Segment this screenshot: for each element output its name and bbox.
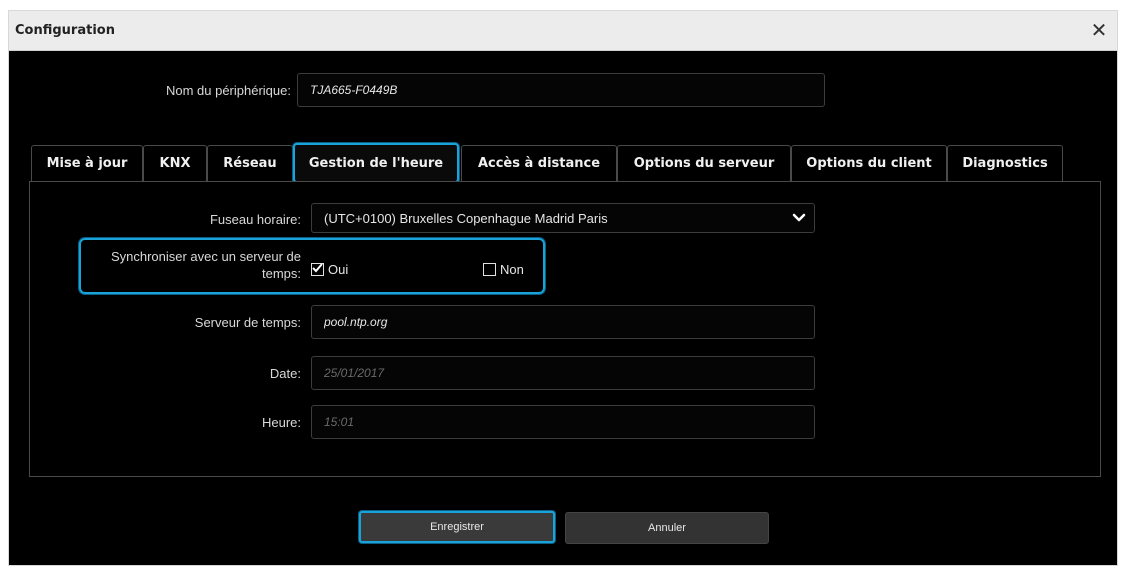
tab-label: Gestion de l'heure bbox=[308, 155, 444, 171]
tab-acces-a-distance[interactable]: Accès à distance bbox=[461, 145, 617, 181]
chevron-down-icon bbox=[792, 213, 806, 222]
sync-no-label: Non bbox=[500, 262, 524, 277]
cancel-button-label: Annuler bbox=[648, 522, 686, 534]
checkbox-checked-icon[interactable] bbox=[311, 263, 324, 276]
checkbox-unchecked-icon[interactable] bbox=[483, 263, 496, 276]
time-label: Heure: bbox=[261, 415, 301, 430]
time-server-label: Serveur de temps: bbox=[194, 315, 301, 330]
title-bar: Configuration ✕ bbox=[9, 11, 1117, 51]
tab-options-du-serveur[interactable]: Options du serveur bbox=[617, 145, 791, 181]
tab-knx[interactable]: KNX bbox=[143, 145, 207, 181]
tab-label: Accès à distance bbox=[477, 156, 601, 171]
tab-reseau[interactable]: Réseau bbox=[207, 145, 293, 181]
configuration-dialog: Configuration ✕ Nom du périphérique: Mis… bbox=[8, 10, 1118, 566]
time-server-field[interactable] bbox=[311, 305, 815, 339]
device-name-label: Nom du périphérique: bbox=[165, 83, 291, 98]
time-input bbox=[324, 415, 814, 429]
timezone-select[interactable]: (UTC+0100) Bruxelles Copenhague Madrid P… bbox=[311, 203, 815, 233]
tab-label: Mise à jour bbox=[46, 156, 128, 171]
save-button[interactable]: Enregistrer bbox=[359, 511, 555, 543]
device-name-field[interactable] bbox=[297, 73, 825, 107]
tab-label: KNX bbox=[159, 156, 191, 171]
cancel-button[interactable]: Annuler bbox=[565, 512, 769, 544]
date-field bbox=[311, 356, 815, 390]
dialog-title: Configuration bbox=[15, 23, 115, 38]
tab-label: Diagnostics bbox=[962, 156, 1048, 171]
tab-mise-a-jour[interactable]: Mise à jour bbox=[31, 145, 143, 181]
save-button-label: Enregistrer bbox=[430, 521, 484, 533]
date-label: Date: bbox=[269, 366, 301, 381]
sync-no-option[interactable]: Non bbox=[483, 262, 524, 277]
sync-yes-label: Oui bbox=[328, 262, 349, 277]
tab-gestion-de-l-heure[interactable]: Gestion de l'heure bbox=[293, 143, 459, 183]
tab-diagnostics[interactable]: Diagnostics bbox=[947, 145, 1063, 181]
tab-label: Options du client bbox=[806, 156, 932, 171]
device-name-input[interactable] bbox=[310, 83, 824, 97]
tab-options-du-client[interactable]: Options du client bbox=[791, 145, 947, 181]
time-server-input[interactable] bbox=[324, 315, 814, 329]
timezone-value: (UTC+0100) Bruxelles Copenhague Madrid P… bbox=[324, 210, 608, 226]
time-field bbox=[311, 405, 815, 439]
sync-yes-option[interactable]: Oui bbox=[311, 262, 348, 277]
tab-label: Options du serveur bbox=[633, 156, 775, 171]
date-input bbox=[324, 366, 814, 380]
close-icon[interactable]: ✕ bbox=[1087, 18, 1111, 42]
sync-label: Synchroniser avec un serveur de temps: bbox=[110, 249, 301, 281]
tab-label: Réseau bbox=[223, 156, 277, 171]
timezone-label: Fuseau horaire: bbox=[209, 212, 301, 227]
